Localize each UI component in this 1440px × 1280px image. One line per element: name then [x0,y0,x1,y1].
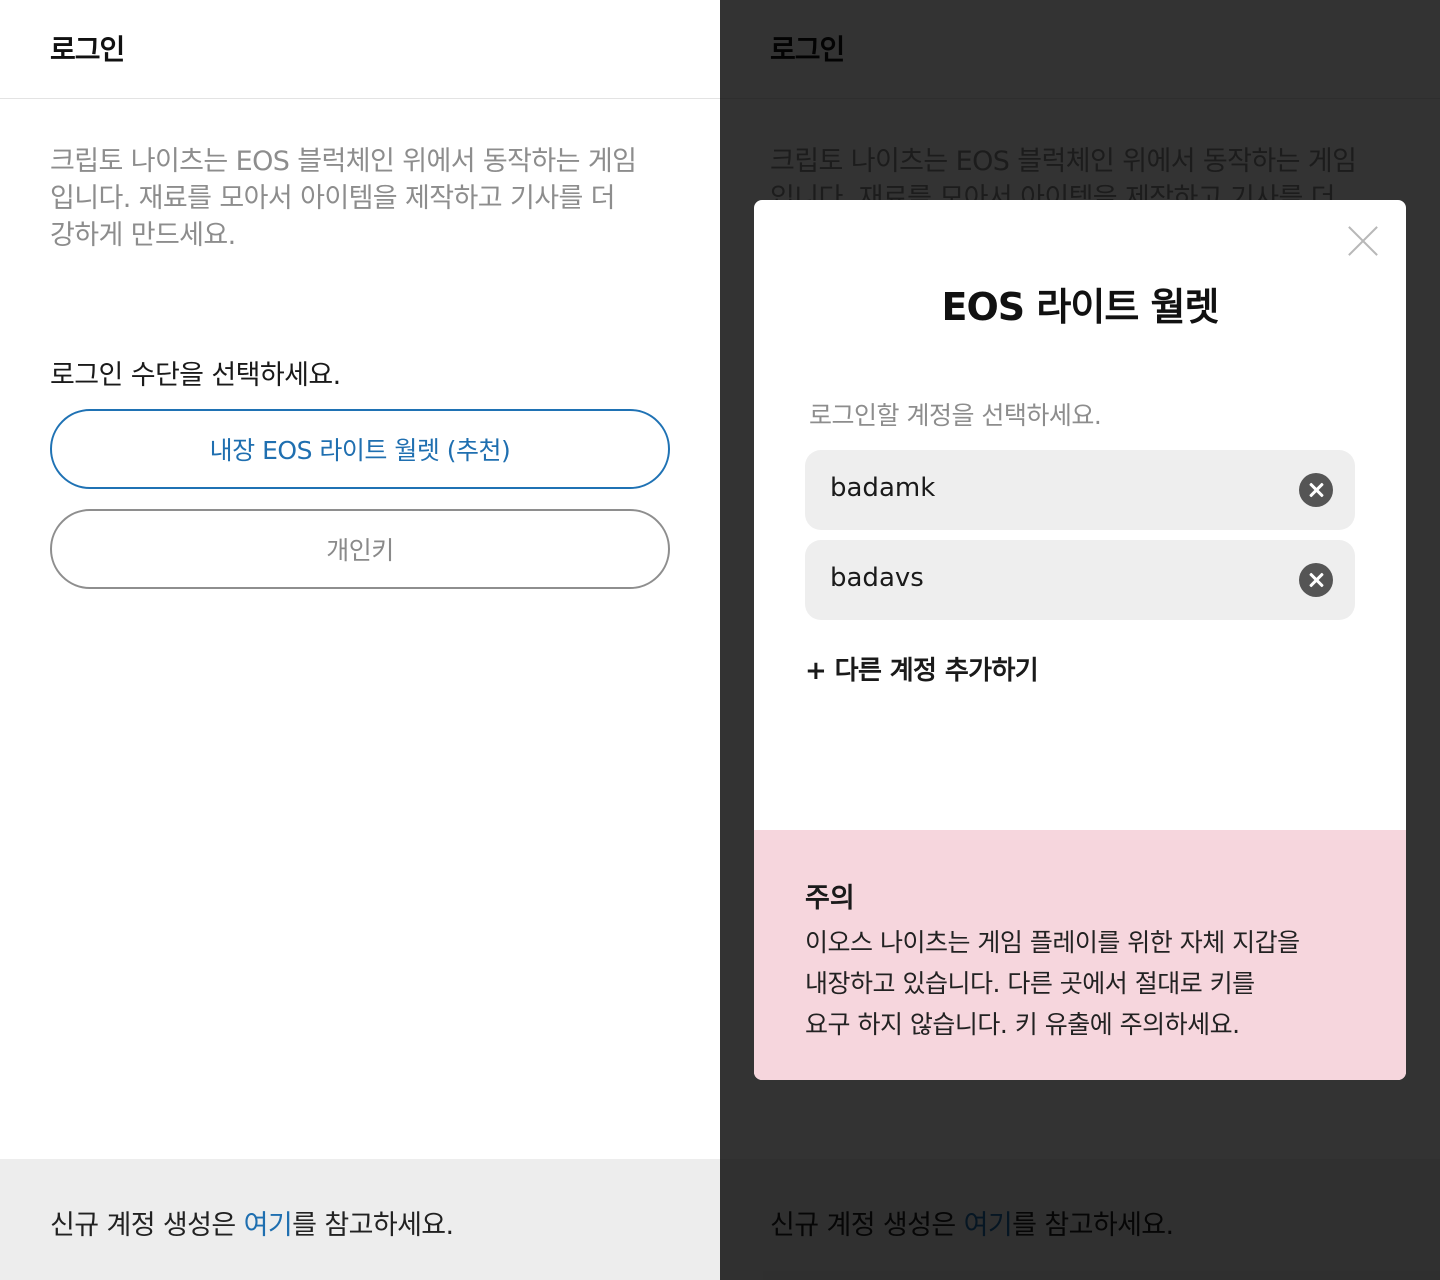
warning-text: 이오스 나이츠는 게임 플레이를 위한 자체 지갑을 내장하고 있습니다. 다른… [805,922,1375,1045]
signup-notice-suffix: 를 참고하세요. [292,1210,454,1241]
login-screen: 로그인 크립토 나이츠는 EOS 블럭체인 위에서 동작하는 게임 입니다. 재… [0,0,720,1280]
footer: 신규 계정 생성은 여기를 참고하세요. [0,1159,720,1280]
page-title: 로그인 [50,33,125,66]
signup-link[interactable]: 여기 [244,1210,293,1241]
warning-title: 주의 [805,883,855,914]
intro-line: 입니다. 재료를 모아서 아이템을 제작하고 기사를 더 [50,183,616,214]
login-screen-with-modal: 로그인 크립토 나이츠는 EOS 블럭체인 위에서 동작하는 게임 입니다. 재… [720,0,1440,1280]
account-name: badamk [830,473,936,503]
intro-text: 크립토 나이츠는 EOS 블럭체인 위에서 동작하는 게임 입니다. 재료를 모… [50,143,680,254]
add-account-button[interactable]: + 다른 계정 추가하기 [805,650,1039,687]
private-key-button[interactable]: 개인키 [50,509,670,589]
comparison-stage: 로그인 크립토 나이츠는 EOS 블럭체인 위에서 동작하는 게임 입니다. 재… [0,0,1440,1280]
warning-box: 주의 이오스 나이츠는 게임 플레이를 위한 자체 지갑을 내장하고 있습니다.… [754,830,1406,1080]
modal-subtitle: 로그인할 계정을 선택하세요. [809,401,1102,430]
warning-line: 이오스 나이츠는 게임 플레이를 위한 자체 지갑을 [805,928,1300,957]
intro-line: 크립토 나이츠는 EOS 블럭체인 위에서 동작하는 게임 [50,146,637,177]
builtin-wallet-button[interactable]: 내장 EOS 라이트 월렛 (추천) [50,409,670,489]
login-method-label: 로그인 수단을 선택하세요. [50,360,341,391]
remove-account-icon[interactable] [1299,563,1333,597]
account-item[interactable]: badamk [805,450,1355,530]
wallet-modal: EOS 라이트 월렛 로그인할 계정을 선택하세요. badamk badavs… [754,200,1406,1080]
intro-line: 강하게 만드세요. [50,220,236,251]
signup-notice: 신규 계정 생성은 여기를 참고하세요. [50,1203,454,1242]
signup-notice-prefix: 신규 계정 생성은 [50,1210,244,1241]
account-name: badavs [830,563,924,593]
close-icon[interactable] [1346,224,1380,258]
account-item[interactable]: badavs [805,540,1355,620]
modal-title: EOS 라이트 월렛 [941,285,1220,329]
warning-line: 내장하고 있습니다. 다른 곳에서 절대로 키를 [805,969,1255,998]
warning-line: 요구 하지 않습니다. 키 유출에 주의하세요. [805,1010,1240,1039]
remove-account-icon[interactable] [1299,473,1333,507]
top-bar: 로그인 [0,0,720,99]
